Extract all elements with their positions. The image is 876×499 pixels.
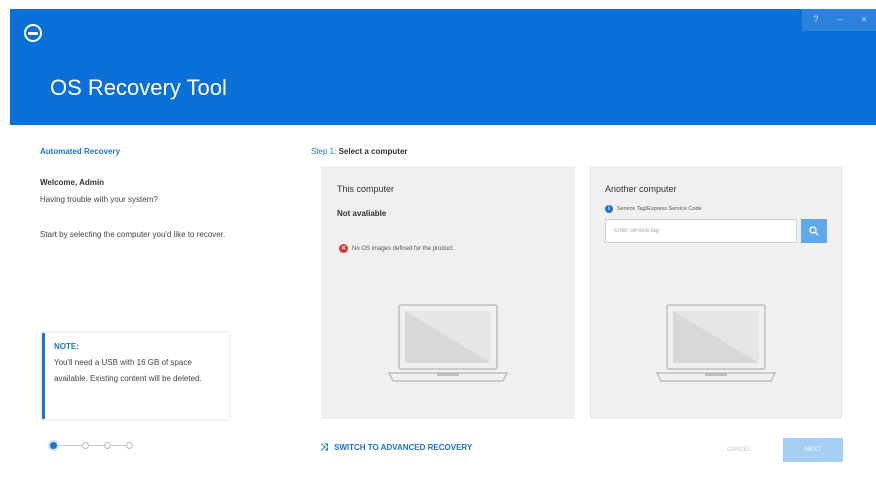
- cancel-button[interactable]: CANCEL: [704, 438, 774, 462]
- note-box: NOTE: You'll need a USB with 16 GB of sp…: [42, 333, 229, 419]
- app-header: OS Recovery Tool ? – ×: [10, 9, 876, 125]
- info-icon[interactable]: i: [605, 205, 613, 213]
- shuffle-icon: ⤨: [320, 442, 328, 453]
- search-button[interactable]: [801, 219, 827, 243]
- step-dot-1: [48, 440, 59, 451]
- help-icon[interactable]: ?: [806, 14, 826, 24]
- laptop-icon: [387, 304, 509, 382]
- next-button[interactable]: NEXT: [783, 438, 843, 462]
- error-icon: ×: [339, 244, 348, 253]
- note-text: You'll need a USB with 16 GB of space av…: [54, 358, 202, 383]
- step-number: Step 1:: [311, 147, 337, 156]
- step-dot-4: [126, 442, 133, 449]
- step-heading: Step 1: Select a computer: [311, 147, 408, 156]
- stepper-line: [54, 445, 132, 446]
- step-dot-2: [82, 442, 89, 449]
- laptop-icon: [655, 304, 777, 382]
- service-tag-label-text: Service Tag/Express Service Code: [617, 206, 702, 212]
- close-icon[interactable]: ×: [854, 14, 874, 24]
- this-computer-status: Not avaliable: [337, 209, 387, 218]
- dell-logo-icon: [24, 24, 42, 42]
- minimize-icon[interactable]: –: [830, 14, 850, 24]
- left-panel: Automated Recovery Welcome, Admin Having…: [40, 147, 240, 239]
- service-tag-input[interactable]: [605, 219, 797, 243]
- window-controls: ? – ×: [802, 9, 876, 31]
- error-message: × No OS images defined for the product.: [339, 244, 454, 253]
- trouble-text: Having trouble with your system?: [40, 195, 158, 204]
- another-computer-title: Another computer: [605, 184, 677, 194]
- search-icon: [809, 226, 819, 236]
- note-title: NOTE:: [54, 342, 79, 351]
- section-title: Automated Recovery: [40, 147, 121, 156]
- welcome-text: Welcome, Admin: [40, 178, 105, 187]
- this-computer-title: This computer: [337, 184, 395, 194]
- step-dot-3: [104, 442, 111, 449]
- instructions-text: Start by selecting the computer you'd li…: [40, 230, 226, 239]
- switch-advanced-recovery-link[interactable]: ⤨ SWITCH TO ADVANCED RECOVERY: [320, 442, 472, 453]
- this-computer-card[interactable]: This computer Not avaliable × No OS imag…: [321, 166, 575, 419]
- error-text: No OS images defined for the product.: [352, 245, 455, 252]
- switch-label: SWITCH TO ADVANCED RECOVERY: [334, 443, 473, 452]
- step-title: Select a computer: [338, 147, 408, 156]
- progress-stepper: [46, 440, 136, 452]
- app-title: OS Recovery Tool: [50, 75, 227, 100]
- another-computer-card[interactable]: Another computer i Service Tag/Express S…: [589, 166, 843, 419]
- service-tag-label: i Service Tag/Express Service Code: [605, 205, 702, 213]
